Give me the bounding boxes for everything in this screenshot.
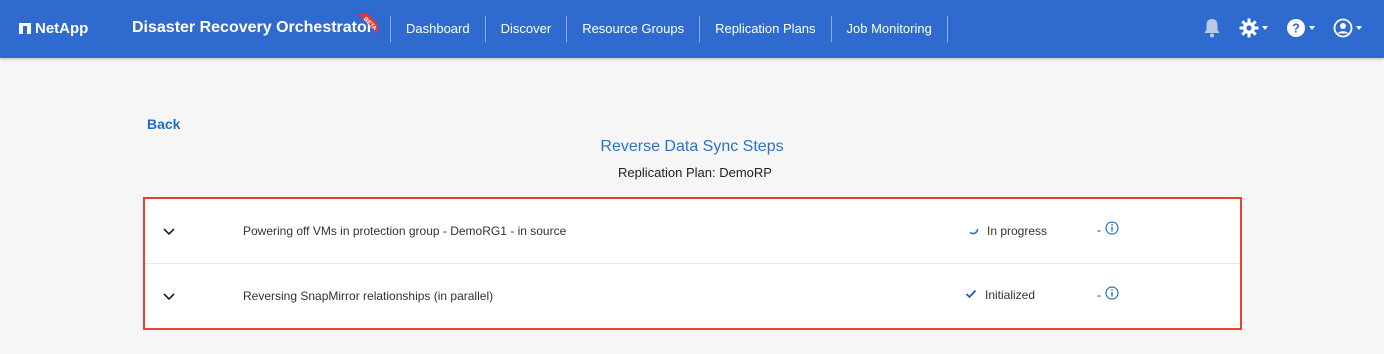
help-menu-button[interactable]: ?: [1286, 18, 1315, 38]
chevron-down-icon: [1309, 26, 1315, 30]
info-icon[interactable]: [1105, 221, 1119, 235]
nav-dashboard[interactable]: Dashboard: [390, 16, 485, 42]
step-extra: -: [1097, 288, 1101, 302]
app-title[interactable]: Disaster Recovery Orchestrator: [132, 19, 373, 37]
step-extra: -: [1097, 223, 1101, 237]
gear-icon: [1239, 18, 1259, 38]
chevron-down-icon: [1262, 26, 1268, 30]
step-status-text: In progress: [987, 223, 1048, 238]
notifications-button[interactable]: [1203, 18, 1221, 38]
chevron-down-icon[interactable]: [162, 226, 176, 236]
back-link[interactable]: Back: [147, 116, 180, 132]
step-label: Powering off VMs in protection group - D…: [243, 224, 567, 238]
top-navigation-bar: NetApp Disaster Recovery Orchestrator BE…: [0, 0, 1384, 58]
steps-panel: Powering off VMs in protection group - D…: [143, 197, 1242, 330]
netapp-logo-icon: [19, 23, 31, 34]
svg-text:?: ?: [1292, 21, 1300, 36]
step-status: Initialized: [965, 288, 1035, 302]
step-label: Reversing SnapMirror relationships (in p…: [243, 289, 494, 303]
check-icon: [965, 288, 977, 302]
nav-resource-groups[interactable]: Resource Groups: [566, 16, 699, 42]
spinner-icon: [967, 223, 979, 238]
replication-plan-subtitle: Replication Plan: DemoRP: [618, 165, 772, 180]
brand-name: NetApp: [35, 20, 89, 37]
info-icon[interactable]: [1105, 286, 1119, 300]
step-row: Reversing SnapMirror relationships (in p…: [145, 264, 1240, 328]
beta-badge: BETA: [352, 14, 378, 40]
chevron-down-icon[interactable]: [162, 291, 176, 301]
header-actions: ?: [1185, 18, 1362, 38]
netapp-logo[interactable]: NetApp: [19, 20, 88, 37]
step-row: Powering off VMs in protection group - D…: [145, 199, 1240, 264]
chevron-down-icon: [1356, 26, 1362, 30]
main-nav: Dashboard Discover Resource Groups Repli…: [390, 16, 948, 42]
nav-replication-plans[interactable]: Replication Plans: [699, 16, 830, 42]
user-icon: [1333, 18, 1353, 38]
user-menu-button[interactable]: [1333, 18, 1362, 38]
step-status: In progress: [967, 223, 1047, 238]
nav-job-monitoring[interactable]: Job Monitoring: [830, 16, 948, 42]
bell-icon: [1204, 19, 1220, 38]
step-status-text: Initialized: [985, 288, 1036, 302]
nav-discover[interactable]: Discover: [484, 16, 567, 42]
help-icon: ?: [1287, 19, 1305, 37]
settings-menu-button[interactable]: [1239, 18, 1268, 38]
page-title: Reverse Data Sync Steps: [600, 138, 784, 155]
